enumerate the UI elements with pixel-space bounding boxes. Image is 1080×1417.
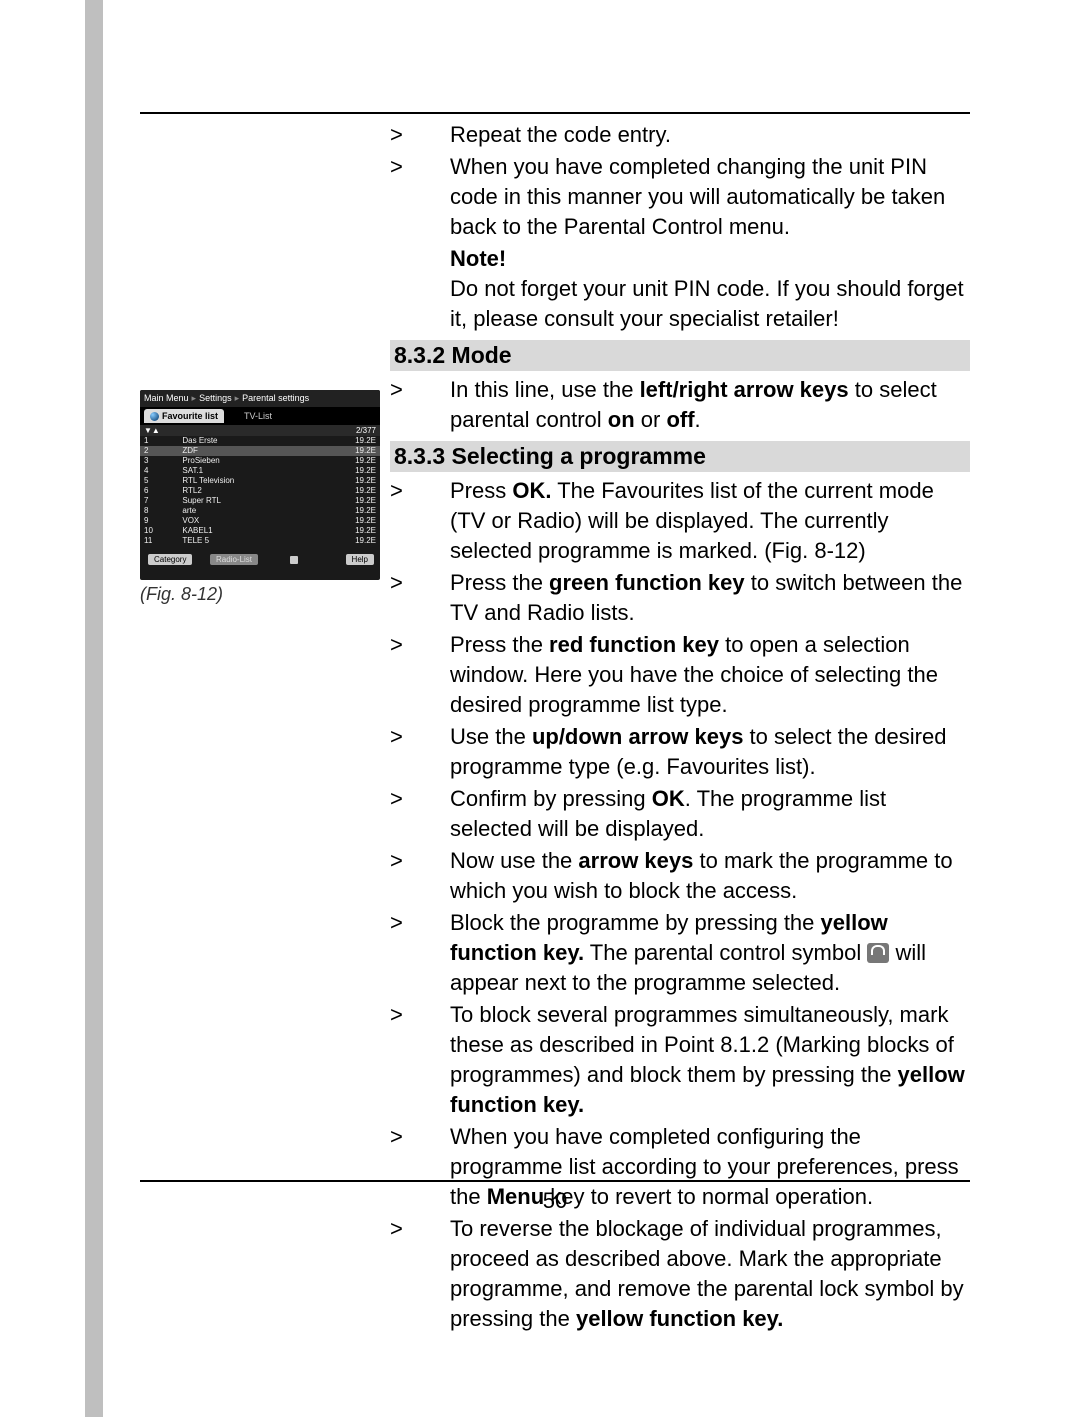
table-row: 8arte19.2E [140,506,380,516]
figure-caption: (Fig. 8-12) [140,584,390,605]
step-text: Repeat the code entry. [450,120,970,150]
table-row: 5RTL Television19.2E [140,476,380,486]
lock-icon [290,556,298,564]
list-counter: 2/377 [356,426,376,435]
table-row: 6RTL219.2E [140,486,380,496]
tab-tv-list: TV-List [244,411,272,421]
step-item: >To block several programmes simultaneou… [390,1000,970,1120]
globe-icon [150,412,159,421]
table-row: 9VOX19.2E [140,516,380,526]
button-help: Help [346,554,374,565]
table-row: 11TELE 519.2E [140,536,380,546]
note-text: Do not forget your unit PIN code. If you… [450,274,970,334]
step-item: >Press the red function key to open a se… [390,630,970,720]
section-heading-mode: 8.3.2 Mode [390,340,970,371]
table-row: 4SAT.119.2E [140,466,380,476]
table-row: 7Super RTL19.2E [140,496,380,506]
page-side-stripe [85,0,103,1417]
sort-indicator: ▼▲ [144,426,160,435]
figure-8-12-screenshot: Main Menu▸Settings▸Parental settings Fav… [140,390,380,580]
step-marker: > [390,375,450,435]
step-text: When you have completed changing the uni… [450,152,970,242]
table-row: 1Das Erste19.2E [140,436,380,446]
top-rule [140,112,970,114]
table-row-selected: 2ZDF19.2E [140,446,380,456]
step-item: >Press the green function key to switch … [390,568,970,628]
note-label: Note! [450,244,970,274]
breadcrumb: Main Menu▸Settings▸Parental settings [140,390,380,407]
table-row: 10KABEL119.2E [140,526,380,536]
crumb-settings: Settings [199,393,232,403]
step-text: In this line, use the left/right arrow k… [450,375,970,435]
step-item: > In this line, use the left/right arrow… [390,375,970,435]
page-number: 50 [140,1188,970,1214]
step-item: >Block the programme by pressing the yel… [390,908,970,998]
button-category: Category [148,554,192,565]
channel-table: 1Das Erste19.2E 2ZDF19.2E 3ProSieben19.2… [140,436,380,546]
step-marker: > [390,120,450,150]
bottom-rule [140,1180,970,1182]
step-item: >Use the up/down arrow keys to select th… [390,722,970,782]
section-heading-selecting-programme: 8.3.3 Selecting a programme [390,441,970,472]
step-item: >To reverse the blockage of individual p… [390,1214,970,1334]
step-item: >Now use the arrow keys to mark the prog… [390,846,970,906]
step-item: >Press OK. The Favourites list of the cu… [390,476,970,566]
table-row: 3ProSieben19.2E [140,456,380,466]
crumb-main: Main Menu [144,393,189,403]
crumb-parental: Parental settings [242,393,309,403]
step-item: >Repeat the code entry. [390,120,970,150]
step-item: >Confirm by pressing OK. The programme l… [390,784,970,844]
step-marker: > [390,152,450,242]
lock-icon [867,943,889,963]
step-item: >When you have completed changing the un… [390,152,970,242]
button-radio-list: Radio-List [210,554,258,565]
tab-favourite-list: Favourite list [144,409,224,423]
